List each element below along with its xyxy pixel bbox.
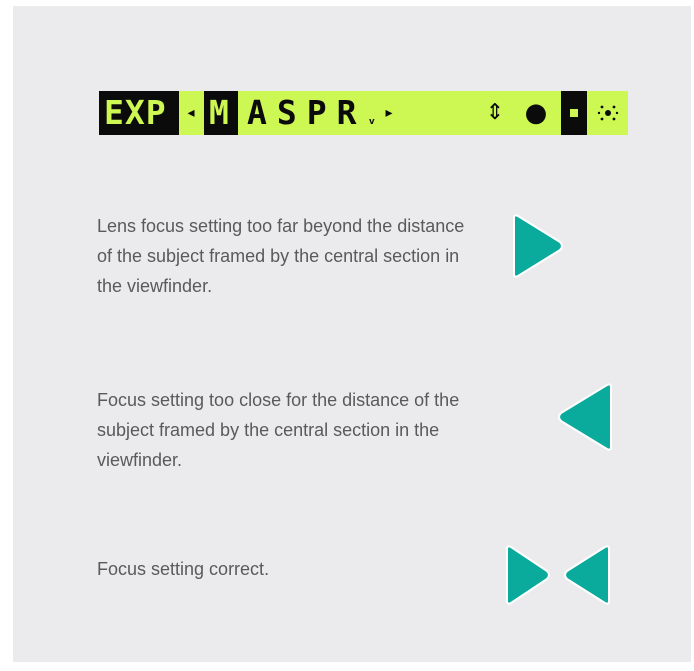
arrow-right-icon (513, 214, 563, 278)
focus-correct-description: Focus setting correct. (97, 559, 270, 579)
mode-selected: M (209, 93, 230, 132)
exp-label: EXP (104, 93, 167, 132)
viewfinder-lcd-strip: EXP ◂ M ASPR ᵥ ▸ ⇕ ● (99, 91, 628, 135)
triangle-left-small-icon: ◂ (187, 105, 195, 121)
arrows-converging-icon (506, 545, 610, 605)
focus-too-far-description: Lens focus setting too far beyond the di… (97, 216, 465, 296)
multi-dot-icon (597, 105, 619, 121)
small-mark: ᵥ (367, 109, 378, 128)
up-down-arrows-icon: ⇕ (485, 100, 505, 125)
focus-too-close-description: Focus setting too close for the distance… (97, 390, 460, 470)
dot-in-square-icon (570, 109, 578, 117)
focus-indicator-panel: EXP ◂ M ASPR ᵥ ▸ ⇕ ● Lens focus setting … (13, 6, 691, 662)
modes-rest: ASPR (247, 93, 367, 132)
arrow-left-icon (558, 383, 612, 451)
triangle-right-small-icon: ▸ (385, 105, 393, 121)
dot-icon: ● (524, 98, 548, 128)
